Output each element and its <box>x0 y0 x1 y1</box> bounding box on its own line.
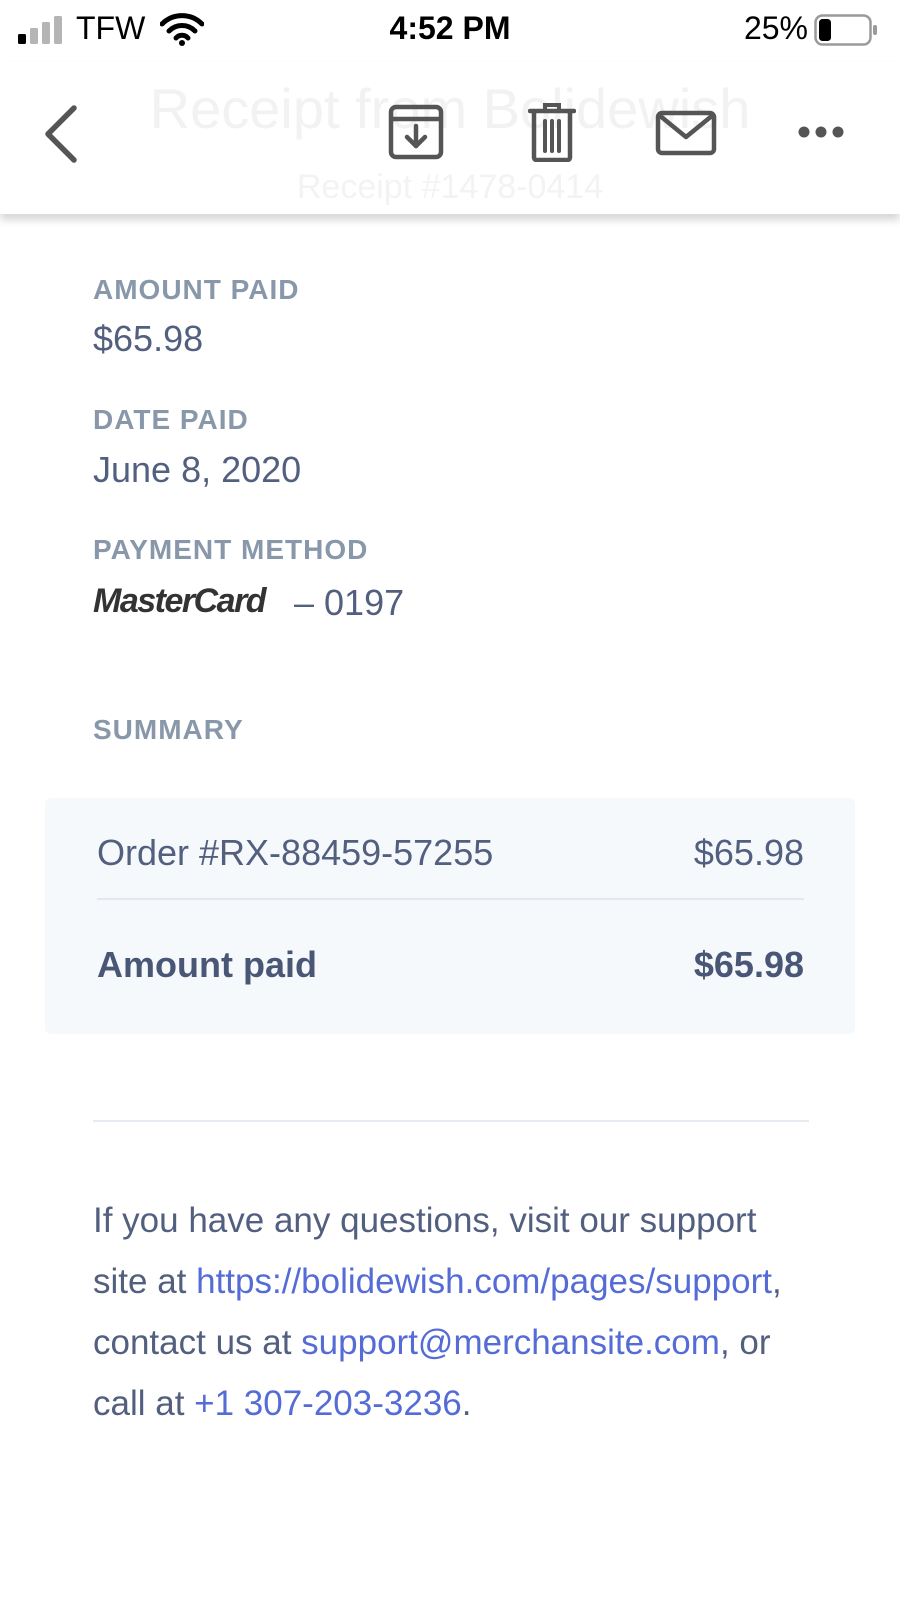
amount-paid-label: AMOUNT PAID <box>93 274 300 305</box>
date-paid-value: June 8, 2020 <box>93 449 302 490</box>
more-icon[interactable] <box>796 122 846 142</box>
archive-icon[interactable] <box>388 104 444 160</box>
summary-table: Order #RX-88459-57255 $65.98 Amount paid… <box>45 798 855 1034</box>
order-amount: $65.98 <box>693 832 804 873</box>
payment-method-label: PAYMENT METHOD <box>93 534 369 565</box>
battery-percentage: 25% <box>743 10 808 46</box>
section-divider <box>93 1120 809 1122</box>
summary-divider <box>97 898 804 900</box>
nav-bar: Receipt from Bolidewish Receipt #1478-04… <box>0 62 900 214</box>
chevron-left-icon[interactable] <box>38 102 82 166</box>
total-label: Amount paid <box>97 944 317 985</box>
order-number: Order #RX-88459-57255 <box>97 832 494 873</box>
total-amount: $65.98 <box>693 944 804 985</box>
support-site-link[interactable]: https://bolidewish.com/pages/support <box>196 1262 772 1301</box>
nav-subtitle: Receipt #1478-0414 <box>296 168 604 206</box>
support-email-link[interactable]: support@merchansite.com <box>301 1323 720 1362</box>
summary-label: SUMMARY <box>93 714 244 745</box>
email-receipt-screen: TFW 4:52 PM 25% Receipt from Bolidewish … <box>0 0 900 1600</box>
support-message: If you have any questions, visit our sup… <box>93 1190 813 1434</box>
amount-paid-value: $65.98 <box>93 318 204 359</box>
battery-icon <box>814 14 877 46</box>
trash-icon[interactable] <box>528 102 576 162</box>
date-paid-label: DATE PAID <box>93 404 249 435</box>
mastercard-logo: MasterCard <box>93 582 267 620</box>
nav-title: Receipt from Bolidewish <box>149 77 751 140</box>
support-phone-link[interactable]: +1 307-203-3236 <box>194 1384 462 1423</box>
receipt-content: AMOUNT PAID $65.98 DATE PAID June 8, 202… <box>0 214 900 1600</box>
card-last-digits: – 0197 <box>294 582 405 623</box>
mail-icon[interactable] <box>655 110 717 156</box>
support-text-end: . <box>461 1384 472 1423</box>
status-bar: TFW 4:52 PM 25% <box>0 0 900 62</box>
